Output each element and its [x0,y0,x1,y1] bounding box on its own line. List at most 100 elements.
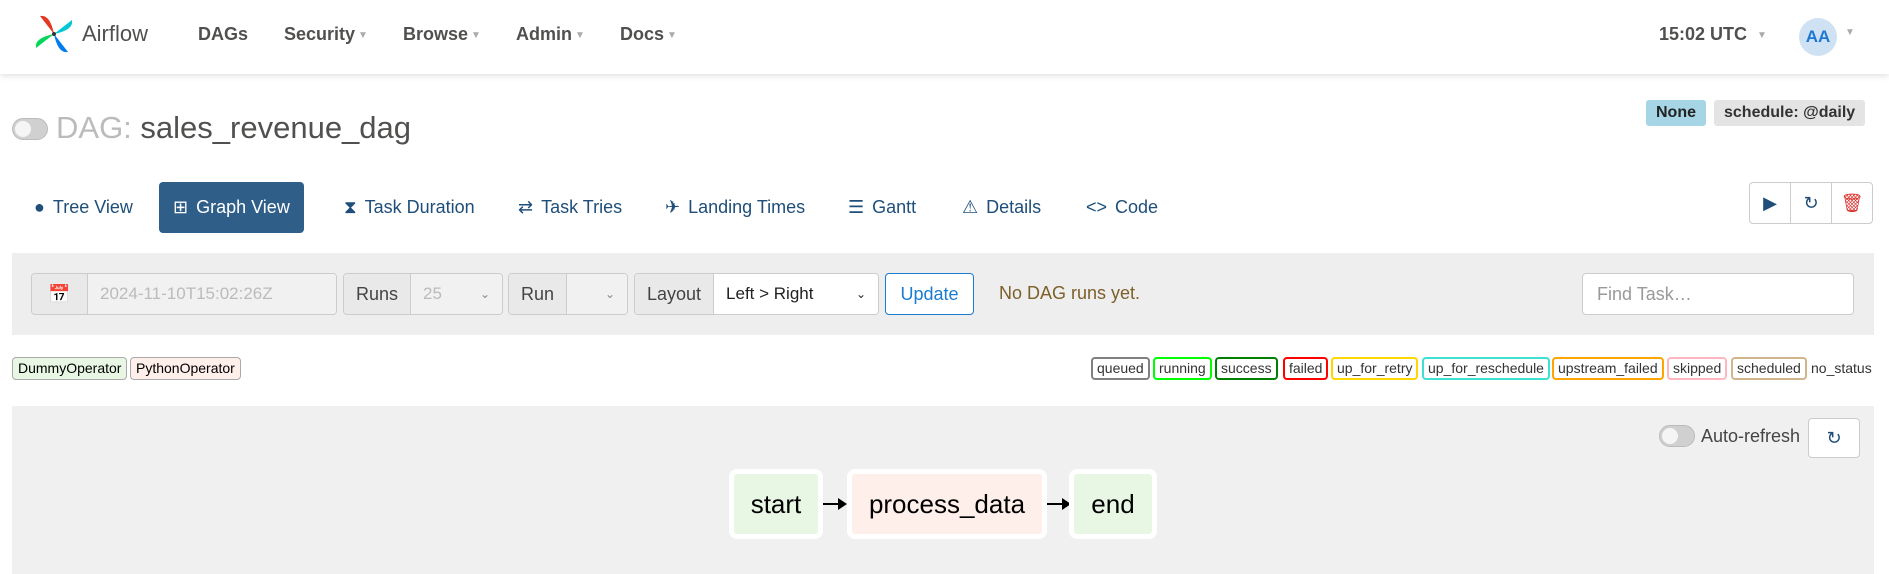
tab-graph-view[interactable]: ⊞ Graph View [159,182,304,233]
state-legend-up-for-reschedule[interactable]: up_for_reschedule [1422,357,1550,380]
state-legend-success[interactable]: success [1215,357,1278,380]
tab-tree-view[interactable]: ● Tree View [20,182,147,233]
runs-value: 25 [423,284,442,303]
edge-arrow [823,498,847,510]
state-legend-running[interactable]: running [1153,357,1212,380]
run-select[interactable]: ⌄ [567,274,627,314]
runs-label: Runs [344,274,412,314]
chevron-down-icon: ▼ [1757,29,1767,41]
layout-select[interactable]: Left > Right ⌄ [714,274,878,314]
edge-arrow [1047,498,1071,510]
base-date-input[interactable]: 2024-11-10T15:02:26Z [88,274,336,314]
nav-browse[interactable]: Browse ▼ [403,24,481,45]
run-group: Run ⌄ [508,273,628,315]
runs-select[interactable]: 25 ⌄ [411,274,502,314]
state-legend-skipped[interactable]: skipped [1667,357,1728,380]
task-node-start[interactable]: start [729,469,823,539]
auto-refresh-control[interactable]: Auto-refresh [1659,425,1800,447]
operator-legend-dummy: DummyOperator [12,357,128,380]
calendar-icon[interactable]: 📅 [32,274,88,314]
graph-icon: ⊞ [173,197,189,217]
tab-task-tries[interactable]: ⇄ Task Tries [504,182,636,233]
top-navbar: Airflow DAGs Security ▼ Browse ▼ Admin ▼ Do… [0,0,1889,74]
task-node-end[interactable]: end [1069,469,1157,539]
tab-landing-times[interactable]: ✈ Landing Times [651,182,819,233]
tab-label: Gantt [872,197,917,217]
operator-legend-python: PythonOperator [130,357,241,380]
nav-docs[interactable]: Docs ▼ [620,24,677,45]
tab-label: Tree View [52,197,133,217]
refresh-icon: ↻ [1803,192,1819,213]
plane-landing-icon: ✈ [665,197,681,217]
layout-group: Layout Left > Right ⌄ [634,273,879,315]
nav-browse-label: Browse [403,24,469,44]
chevron-down-icon: ▼ [575,29,585,41]
chevron-down-icon: ▼ [471,29,481,41]
update-button[interactable]: Update [885,273,974,315]
delete-dag-button[interactable]: 🗑 [1832,183,1872,223]
tab-label: Graph View [196,197,290,217]
nav-dags[interactable]: DAGs [198,24,248,45]
no-runs-message: No DAG runs yet. [999,283,1141,303]
run-label: Run [509,274,568,314]
dag-actions: ▶ ↻ 🗑 [1749,182,1873,224]
task-node-process-data[interactable]: process_data [847,469,1047,539]
state-legend-failed[interactable]: failed [1283,357,1329,380]
tab-details[interactable]: ⚠ Details [948,182,1055,233]
trash-icon: 🗑 [1840,192,1864,213]
user-avatar[interactable]: AA [1799,18,1837,56]
state-legend-upstream-failed[interactable]: upstream_failed [1552,357,1664,380]
tab-label: Task Duration [364,197,475,217]
runs-group: Runs 25 ⌄ [343,273,503,315]
base-date-group: 📅 2024-11-10T15:02:26Z [31,273,337,315]
layout-label: Layout [635,274,715,314]
tab-label: Landing Times [688,197,806,217]
hourglass-icon: ⧗ [344,197,357,217]
filter-bar: 📅 2024-11-10T15:02:26Z Runs 25 ⌄ Run ⌄ La… [12,253,1874,335]
tree-icon: ● [34,197,45,217]
tab-gantt[interactable]: ☰ Gantt [834,182,930,233]
nav-security[interactable]: Security ▼ [284,24,368,45]
code-icon: <> [1086,197,1108,217]
refresh-icon: ↻ [1826,427,1842,448]
nav-security-label: Security [284,24,356,44]
tab-task-duration[interactable]: ⧗ Task Duration [330,182,489,233]
state-legend-scheduled[interactable]: scheduled [1731,357,1807,380]
warning-triangle-icon: ⚠ [962,197,979,217]
clock-time: 15:02 UTC [1659,24,1748,44]
schedule-badge: schedule: @daily [1714,100,1866,126]
auto-refresh-toggle[interactable] [1659,425,1695,447]
chevron-down-icon[interactable]: ▼ [1845,27,1855,38]
tab-code[interactable]: <> Code [1072,182,1172,233]
state-legend-no-status[interactable]: no_status [1807,357,1876,380]
brand-name: Airflow [82,21,149,46]
find-task-input[interactable]: Find Task… [1582,273,1854,315]
clock-dropdown[interactable]: 15:02 UTC ▼ [1659,24,1767,45]
chevron-down-icon: ⌄ [479,287,490,301]
tab-label: Task Tries [541,197,623,217]
dag-name: sales_revenue_dag [140,110,412,145]
repeat-icon: ⇄ [518,197,534,217]
auto-refresh-label: Auto-refresh [1701,425,1801,446]
state-legend-queued[interactable]: queued [1091,357,1150,380]
chevron-down-icon: ⌄ [604,287,615,301]
trigger-dag-button[interactable]: ▶ [1750,183,1791,223]
dag-pause-toggle[interactable] [12,118,48,140]
tab-label: Code [1115,197,1159,217]
nav-dags-label: DAGs [198,24,249,44]
nav-admin-label: Admin [516,24,572,44]
page-title: DAG: sales_revenue_dag [56,110,411,146]
chevron-down-icon: ▼ [358,29,368,41]
dag-prefix: DAG: [56,110,132,145]
nav-docs-label: Docs [620,24,665,44]
graph-refresh-button[interactable]: ↻ [1808,418,1860,458]
chevron-down-icon: ⌄ [855,287,866,301]
refresh-dag-button[interactable]: ↻ [1791,183,1832,223]
state-legend-up-for-retry[interactable]: up_for_retry [1331,357,1419,380]
brand-link[interactable]: Airflow [30,10,148,58]
layout-value: Left > Right [726,284,814,303]
airflow-logo-icon [35,15,73,53]
nav-admin[interactable]: Admin ▼ [516,24,585,45]
play-icon: ▶ [1763,192,1777,213]
chevron-down-icon: ▼ [667,29,677,41]
